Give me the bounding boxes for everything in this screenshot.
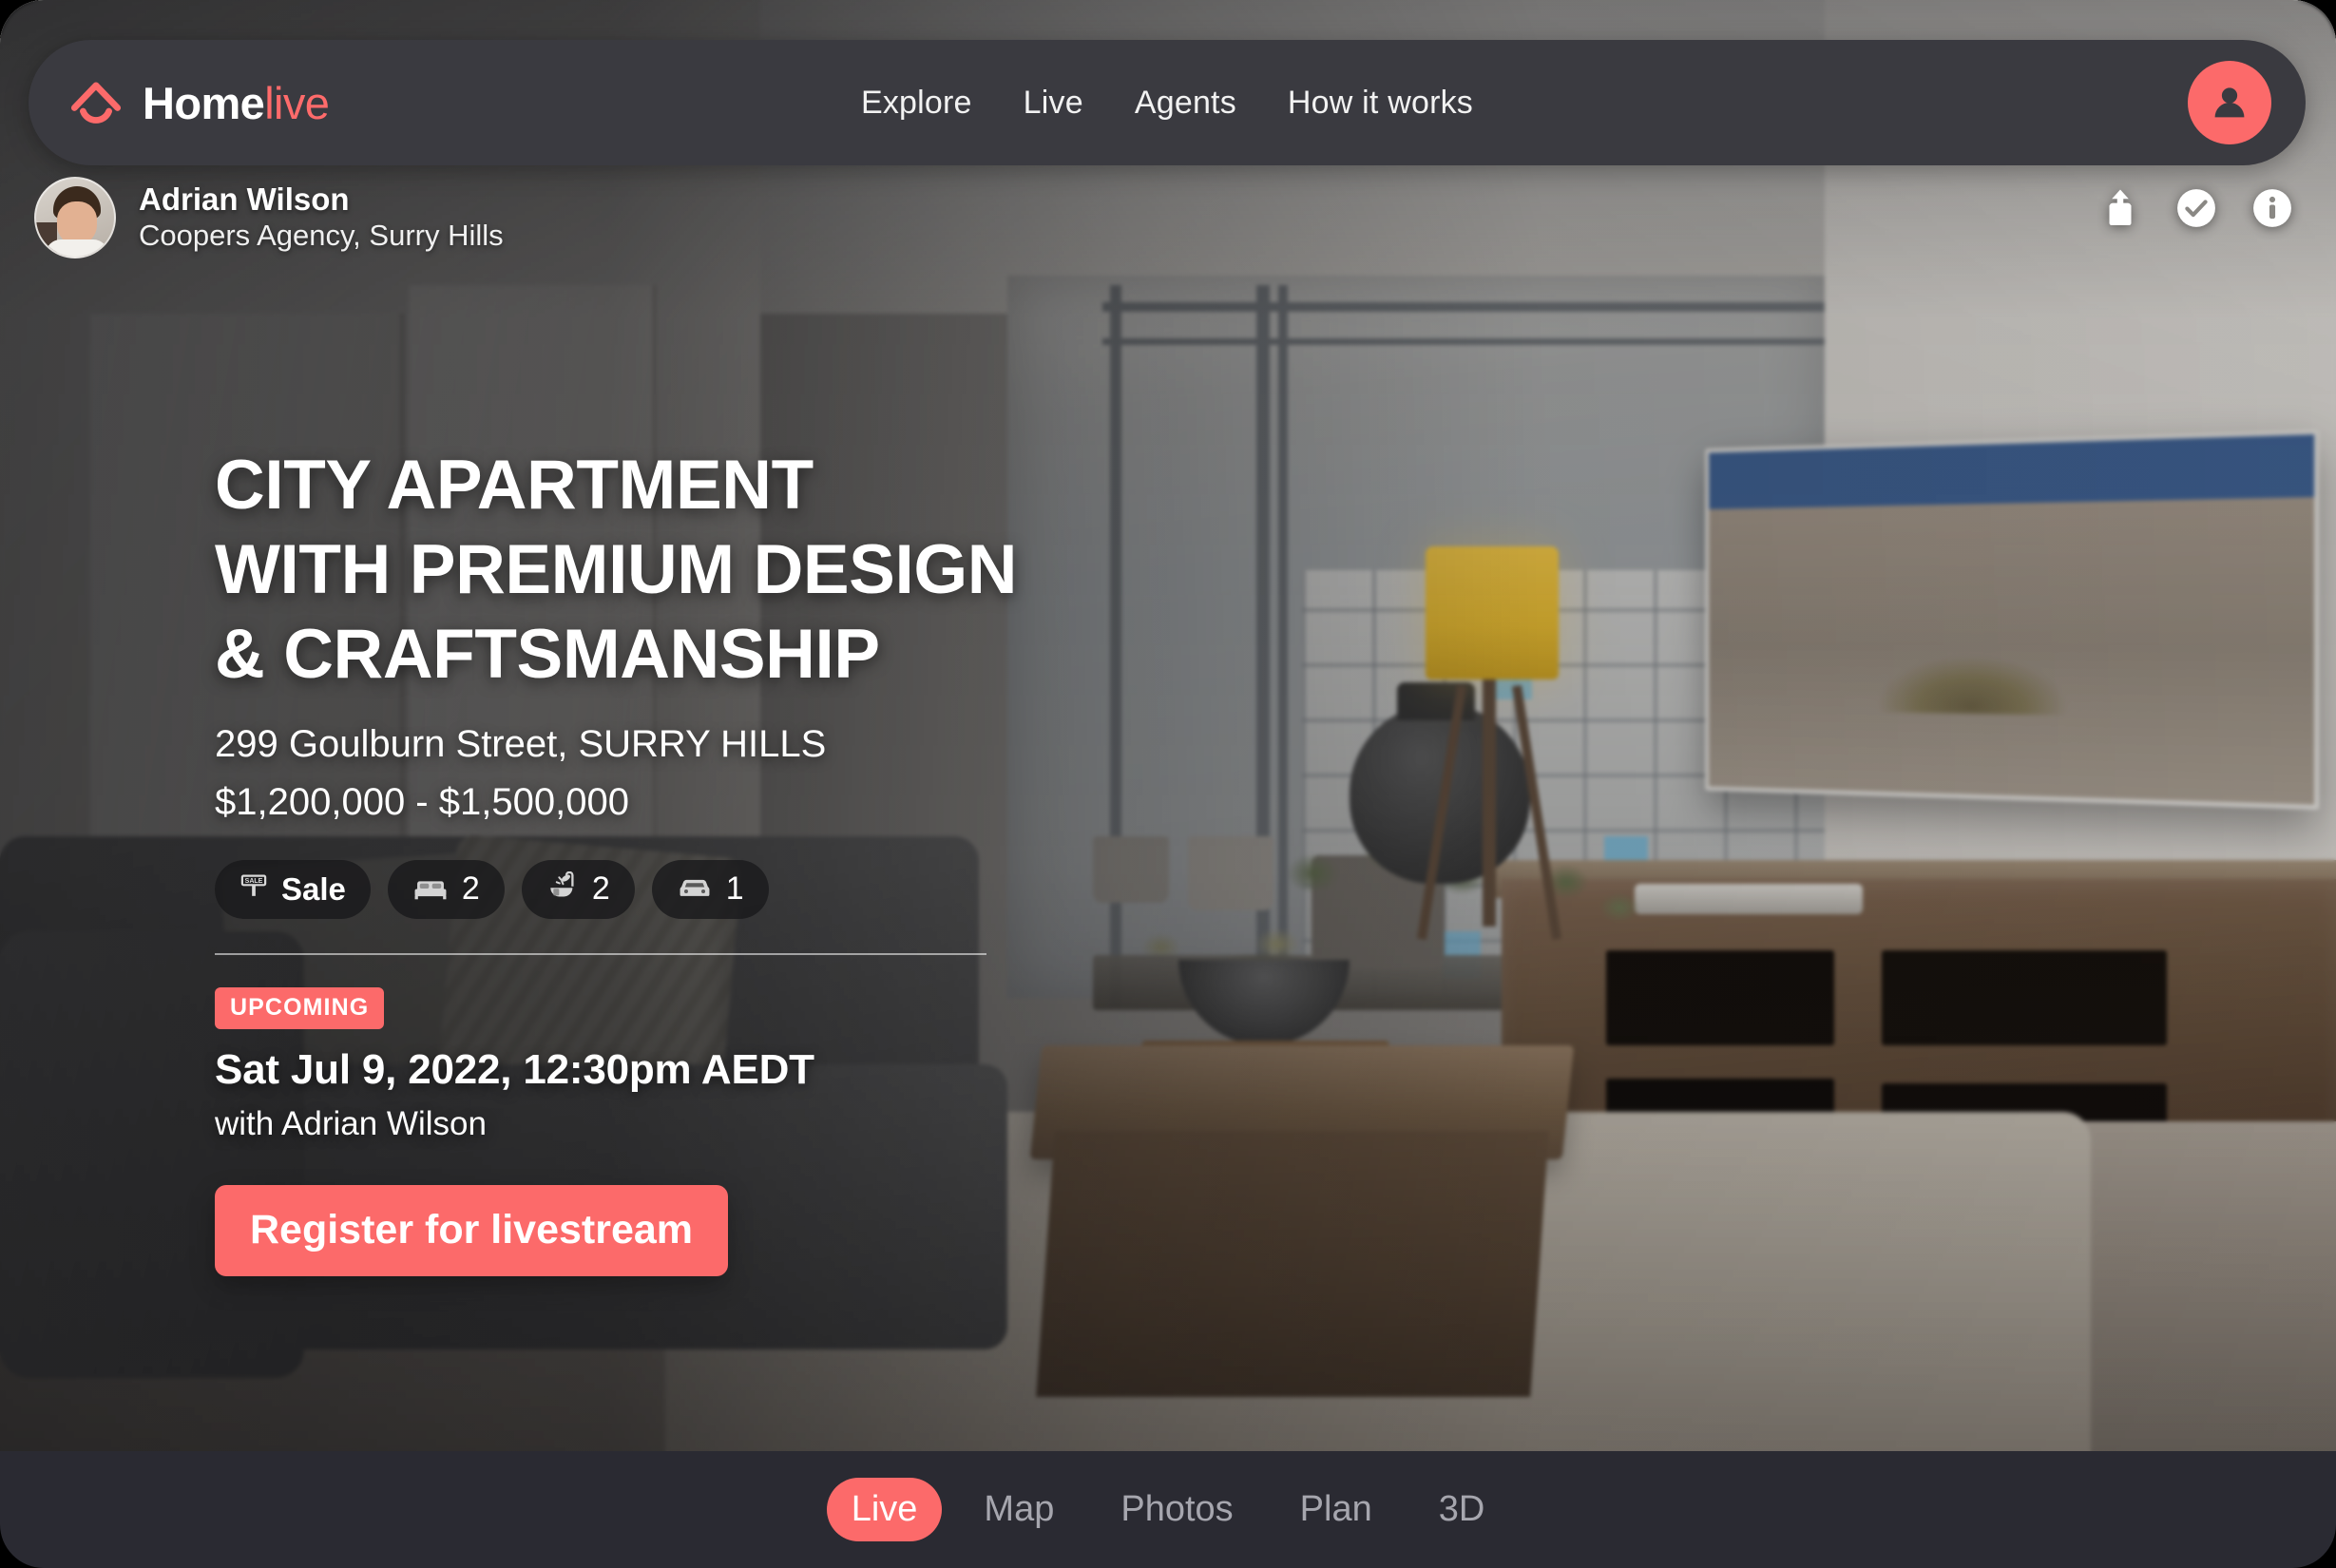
svg-text:SALE: SALE	[245, 878, 263, 885]
title-line-1: CITY APARTMENT	[215, 447, 814, 524]
nav-links: Explore Live Agents How it works	[861, 85, 1473, 122]
agent-text-block: Adrian Wilson Coopers Agency, Surry Hill…	[139, 182, 504, 254]
account-avatar-button[interactable]	[2188, 61, 2271, 144]
share-icon[interactable]	[2098, 186, 2142, 235]
bathrooms-badge: 2	[521, 859, 635, 919]
listing-address: 299 Goulburn Street, SURRY HILLS	[215, 723, 827, 766]
register-livestream-button[interactable]: Register for livestream	[215, 1184, 728, 1276]
agent-photo-shirt	[46, 239, 108, 257]
media-tab-bar: Live Map Photos Plan 3D	[0, 1451, 2336, 1568]
agent-agency: Coopers Agency, Surry Hills	[139, 219, 504, 253]
check-circle-icon[interactable]	[2174, 186, 2218, 235]
bed-icon	[412, 871, 449, 908]
hero-action-icons	[2098, 186, 2294, 235]
badge-label-sale: Sale	[281, 870, 346, 907]
info-circle-icon[interactable]	[2250, 186, 2294, 235]
tab-map[interactable]: Map	[959, 1478, 1079, 1541]
nav-link-agents[interactable]: Agents	[1135, 85, 1236, 122]
sale-sign-icon: SALE	[239, 871, 268, 908]
nav-link-explore[interactable]: Explore	[861, 85, 972, 122]
page-title: CITY APARTMENT WITH PREMIUM DESIGN & CRA…	[215, 443, 1165, 697]
listing-price-range: $1,200,000 - $1,500,000	[215, 780, 629, 823]
tab-photos[interactable]: Photos	[1096, 1478, 1257, 1541]
status-badge: SALE Sale	[215, 859, 371, 919]
badge-label-bedrooms: 2	[461, 870, 480, 908]
tab-3d[interactable]: 3D	[1414, 1478, 1510, 1541]
event-datetime: Sat Jul 9, 2022, 12:30pm AEDT	[215, 1045, 814, 1093]
avatar	[34, 177, 116, 258]
brand-name-dark: Home	[143, 77, 265, 128]
agent-name: Adrian Wilson	[139, 182, 350, 218]
status-badge-upcoming: UPCOMING	[215, 986, 385, 1029]
title-line-3: & CRAFTSMANSHIP	[215, 616, 880, 694]
nav-link-live[interactable]: Live	[1024, 85, 1083, 122]
brand-wordmark: Homelive	[143, 77, 330, 128]
brand-name-accent: live	[264, 77, 330, 128]
title-line-2: WITH PREMIUM DESIGN	[215, 531, 1018, 609]
house-roof-icon	[68, 75, 124, 130]
user-avatar-icon	[2214, 87, 2245, 118]
app-frame: Homelive Explore Live Agents How it work…	[0, 0, 2336, 1568]
car-icon	[677, 871, 713, 908]
tab-plan[interactable]: Plan	[1275, 1478, 1397, 1541]
agent-identity-strip[interactable]: Adrian Wilson Coopers Agency, Surry Hill…	[34, 177, 504, 258]
event-host: with Adrian Wilson	[215, 1104, 487, 1142]
badge-label-bathrooms: 2	[591, 870, 610, 908]
listing-feature-badges: SALE Sale 2 2 1	[215, 859, 1165, 919]
badge-label-parking: 1	[725, 870, 744, 908]
tab-live[interactable]: Live	[826, 1478, 943, 1541]
brand-logo[interactable]: Homelive	[68, 75, 330, 130]
listing-detail-panel: CITY APARTMENT WITH PREMIUM DESIGN & CRA…	[215, 443, 1165, 1276]
parking-badge: 1	[651, 859, 769, 919]
top-navigation-bar: Homelive Explore Live Agents How it work…	[29, 40, 2306, 165]
shower-icon	[546, 870, 579, 908]
nav-link-how-it-works[interactable]: How it works	[1288, 85, 1473, 122]
bedrooms-badge: 2	[387, 859, 505, 919]
